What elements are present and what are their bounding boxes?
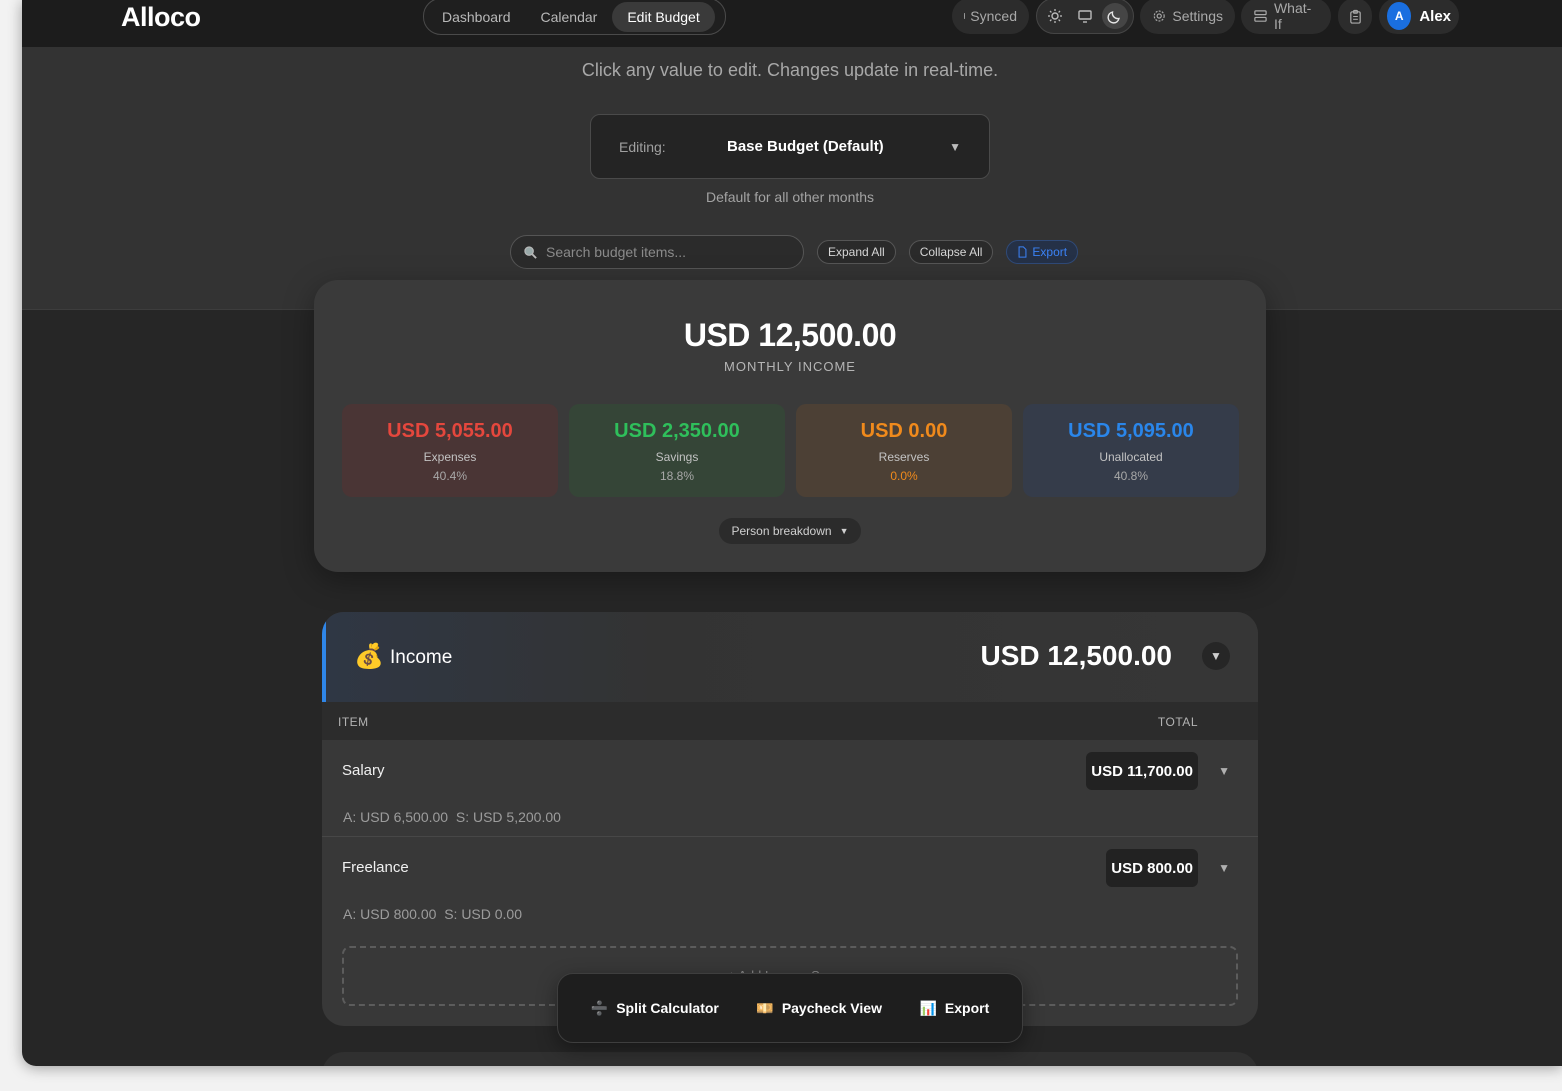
monthly-income-amount[interactable]: USD 12,500.00 — [314, 317, 1266, 354]
split-s-value: USD 5,200.00 — [472, 809, 561, 825]
bar-chart-icon: 📊 — [919, 999, 937, 1016]
chevron-down-icon: ▼ — [949, 139, 961, 154]
item-name[interactable]: Freelance — [342, 859, 409, 876]
item-name[interactable]: Salary — [342, 762, 385, 779]
edit-hint: Click any value to edit. Changes update … — [581, 60, 999, 80]
budget-toolbar: Expand All Collapse All Export — [510, 235, 1079, 269]
document-icon — [1018, 246, 1027, 258]
income-section-header[interactable]: 💰 Income USD 12,500.00 ▼ — [322, 612, 1258, 702]
avatar: A — [1387, 2, 1412, 30]
export-action-label: Export — [944, 1000, 990, 1016]
column-item: ITEM — [338, 715, 369, 729]
stat-value: USD 0.00 — [860, 420, 948, 442]
stat-savings: USD 2,350.00 Savings 18.8% — [569, 404, 785, 497]
split-calculator-label: Split Calculator — [616, 1000, 719, 1016]
layers-icon — [1254, 9, 1267, 22]
split-a-value: USD 800.00 — [360, 906, 437, 922]
scenario-label: Editing: — [619, 138, 666, 155]
next-section — [322, 1052, 1258, 1066]
person-breakdown-button[interactable]: Person breakdown ▼ — [719, 518, 861, 544]
stat-unallocated: USD 5,095.00 Unallocated 40.8% — [1023, 404, 1239, 497]
whatif-button[interactable]: What-If — [1241, 0, 1331, 34]
stat-value: USD 5,055.00 — [387, 420, 513, 442]
stat-expenses: USD 5,055.00 Expenses 40.4% — [342, 404, 558, 497]
chevron-down-icon[interactable]: ▼ — [1218, 861, 1230, 875]
column-total: TOTAL — [1157, 715, 1198, 729]
sync-status: Synced — [952, 0, 1029, 34]
search-icon — [524, 245, 537, 259]
split-a-value: USD 6,500.00 — [360, 809, 449, 825]
money-bag-icon: 💰 — [354, 643, 384, 670]
person-breakdown-label: Person breakdown — [731, 524, 832, 538]
chevron-down-icon[interactable]: ▼ — [1218, 764, 1230, 778]
split-s-label: S: — [444, 906, 458, 922]
sync-status-label: Synced — [970, 8, 1017, 24]
search-box[interactable] — [510, 235, 804, 269]
stat-percent: 40.4% — [432, 469, 468, 483]
item-value[interactable]: USD 11,700.00 — [1086, 752, 1198, 790]
paycheck-view-button[interactable]: 💴 Paycheck View — [756, 1000, 882, 1017]
chevron-down-icon: ▼ — [839, 526, 849, 536]
stat-percent: 40.8% — [1113, 469, 1149, 483]
whatif-label: What-If — [1273, 0, 1312, 32]
export-button[interactable]: Export — [1006, 240, 1079, 264]
chevron-down-icon[interactable]: ▼ — [1202, 642, 1230, 670]
export-action-button[interactable]: 📊 Export — [919, 1000, 989, 1017]
stat-percent: 18.8% — [659, 469, 695, 483]
stat-name: Unallocated — [1099, 450, 1163, 464]
clipboard-button[interactable] — [1338, 0, 1372, 34]
scenario-value: Base Budget (Default) — [727, 138, 884, 155]
tab-edit-budget[interactable]: Edit Budget — [612, 1, 715, 32]
scenario-note: Default for all other months — [705, 189, 875, 205]
moon-icon[interactable] — [1102, 3, 1128, 29]
monitor-icon[interactable] — [1072, 3, 1098, 29]
app-logo[interactable]: Alloco — [121, 2, 201, 33]
floating-action-bar: ➗ Split Calculator 💴 Paycheck View 📊 Exp… — [557, 973, 1023, 1043]
summary-card: USD 12,500.00 MONTHLY INCOME USD 5,055.0… — [314, 280, 1266, 572]
stat-name: Savings — [655, 450, 699, 464]
tab-calendar[interactable]: Calendar — [526, 2, 613, 32]
user-name: Alex — [1419, 7, 1451, 25]
stat-name: Expenses — [423, 450, 477, 464]
theme-switcher — [1036, 0, 1134, 34]
gear-icon — [1153, 10, 1165, 22]
collapse-all-button[interactable]: Collapse All — [908, 240, 994, 264]
paycheck-view-label: Paycheck View — [781, 1000, 882, 1016]
split-calculator-button[interactable]: ➗ Split Calculator — [591, 1000, 719, 1017]
stat-name: Reserves — [878, 450, 930, 464]
item-value[interactable]: USD 800.00 — [1106, 849, 1198, 887]
monthly-income-label: MONTHLY INCOME — [724, 359, 856, 374]
income-section: 💰 Income USD 12,500.00 ▼ ITEM TOTAL Sala… — [322, 612, 1258, 1026]
table-header: ITEM TOTAL — [322, 702, 1258, 740]
section-total: USD 12,500.00 — [980, 640, 1172, 671]
nav-tabs: Dashboard Calendar Edit Budget — [423, 0, 726, 35]
tab-dashboard[interactable]: Dashboard — [427, 2, 526, 32]
export-label: Export — [1032, 245, 1068, 259]
item-split: A: USD 800.00 S: USD 0.00 — [343, 906, 522, 922]
item-split: A: USD 6,500.00 S: USD 5,200.00 — [343, 809, 561, 825]
split-s-value: USD 0.00 — [461, 906, 523, 922]
table-row: Freelance USD 800.00 ▼ A: USD 800.00 S: … — [322, 837, 1258, 934]
settings-button[interactable]: Settings — [1140, 0, 1235, 34]
stat-value: USD 5,095.00 — [1068, 420, 1194, 442]
banknote-icon: 💴 — [756, 999, 774, 1016]
split-s-label: S: — [455, 809, 470, 825]
top-bar: Alloco Dashboard Calendar Edit Budget Sy… — [22, 0, 1562, 47]
split-a-label: A: — [343, 809, 357, 825]
stat-value: USD 2,350.00 — [614, 420, 740, 442]
search-input[interactable] — [546, 244, 786, 260]
settings-label: Settings — [1172, 8, 1223, 24]
stat-percent: 0.0% — [890, 469, 918, 483]
sun-icon[interactable] — [1042, 3, 1068, 29]
app-window: Alloco Dashboard Calendar Edit Budget Sy… — [22, 0, 1562, 1066]
clipboard-icon — [1349, 9, 1361, 24]
scenario-select[interactable]: Editing: Base Budget (Default) ▼ — [590, 114, 990, 179]
stat-reserves: USD 0.00 Reserves 0.0% — [796, 404, 1012, 497]
expand-all-button[interactable]: Expand All — [817, 240, 896, 264]
user-menu[interactable]: A Alex — [1379, 0, 1459, 34]
split-a-label: A: — [343, 906, 357, 922]
table-row: Salary USD 11,700.00 ▼ A: USD 6,500.00 S… — [322, 740, 1258, 837]
divide-icon: ➗ — [590, 999, 609, 1016]
section-title: Income — [390, 647, 453, 668]
